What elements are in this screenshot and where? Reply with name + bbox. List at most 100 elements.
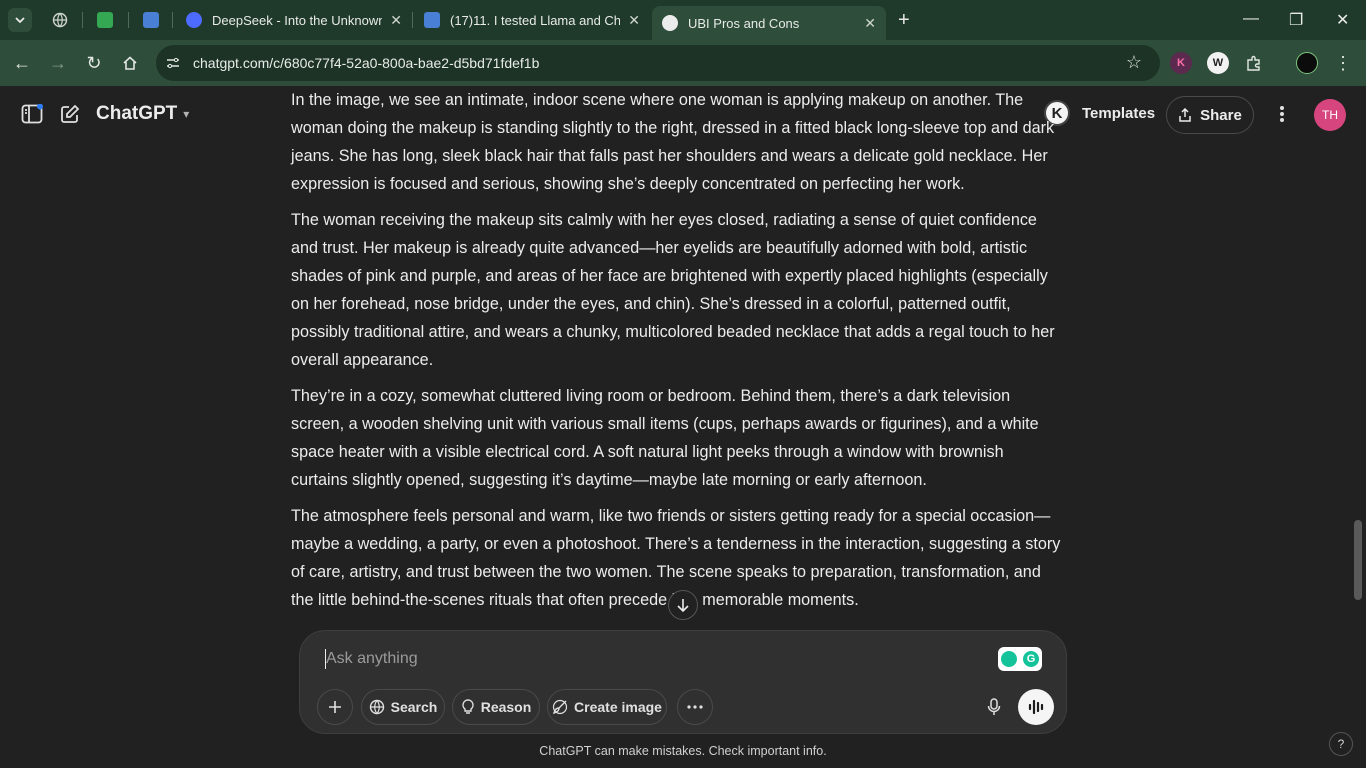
bulb-icon: [1001, 651, 1017, 667]
restore-icon: ❐: [1289, 12, 1304, 29]
restore-button[interactable]: ❐: [1289, 10, 1303, 30]
share-label: Share: [1200, 106, 1242, 124]
close-icon[interactable]: ✕: [628, 12, 640, 29]
lightbulb-icon: [462, 699, 474, 714]
bookmark-star-icon[interactable]: ☆: [1126, 52, 1142, 73]
share-icon: [1179, 108, 1191, 122]
forward-button[interactable]: →: [47, 52, 69, 74]
browser-tab-strip: DeepSeek - Into the Unknown ✕ (17)11. I …: [0, 0, 1366, 40]
profile-avatar[interactable]: [1296, 52, 1318, 74]
sheets-icon: [97, 12, 113, 28]
help-button[interactable]: ?: [1329, 732, 1353, 756]
search-button[interactable]: Search: [361, 689, 445, 725]
globe-icon: [369, 699, 384, 715]
scroll-to-bottom-button[interactable]: [668, 590, 698, 620]
reload-icon: ↻: [86, 52, 102, 73]
home-icon: [123, 56, 137, 70]
address-bar[interactable]: chatgpt.com/c/680c77f4-52a0-800a-bae2-d5…: [156, 45, 1160, 81]
new-tab-button[interactable]: +: [898, 6, 916, 34]
chevron-down-icon: [15, 17, 25, 24]
tab-separator: [412, 12, 413, 28]
grammarly-widget[interactable]: G: [998, 647, 1042, 671]
kebab-menu-icon: [1280, 106, 1284, 122]
tab-pinned-globe[interactable]: [52, 6, 70, 34]
create-image-button[interactable]: Create image: [547, 689, 667, 725]
close-icon[interactable]: ✕: [864, 15, 876, 32]
tab-sheets[interactable]: [97, 6, 115, 34]
more-options-button[interactable]: [1270, 102, 1294, 126]
message-paragraph: In the image, we see an intimate, indoor…: [291, 91, 1055, 193]
extension-k-icon[interactable]: K: [1170, 52, 1192, 74]
share-button[interactable]: Share: [1166, 96, 1254, 134]
arrow-right-icon: →: [49, 52, 67, 73]
sidebar-icon: [21, 104, 43, 124]
minimize-button[interactable]: —: [1243, 10, 1259, 28]
back-button[interactable]: ←: [11, 52, 33, 74]
arrow-left-icon: ←: [13, 52, 31, 73]
message-paragraph: They’re in a cozy, somewhat cluttered li…: [291, 387, 1039, 489]
tab-deepseek[interactable]: DeepSeek - Into the Unknown ✕: [186, 6, 408, 34]
close-icon: ✕: [1336, 12, 1350, 29]
model-selector[interactable]: ChatGPT: [96, 103, 177, 125]
more-horizontal-icon: [687, 705, 703, 709]
templates-label: Templates: [1082, 104, 1156, 122]
tab-separator: [172, 12, 173, 28]
app-header-left: ChatGPT ▾: [20, 102, 189, 126]
plus-icon: +: [898, 8, 910, 31]
tab-ubi-pros-cons[interactable]: UBI Pros and Cons ✕: [652, 6, 886, 40]
tab-title: UBI Pros and Cons: [688, 15, 800, 31]
site-settings-icon[interactable]: [166, 56, 180, 70]
search-label: Search: [390, 699, 438, 715]
create-image-label: Create image: [574, 699, 662, 715]
prompt-input[interactable]: Ask anything: [326, 650, 418, 668]
kebab-menu-icon: ⋮: [1334, 52, 1352, 73]
browser-toolbar: ← → ↻ chatgpt.com/c/680c77f4-52a0-800a-b…: [0, 40, 1366, 86]
tab-docs[interactable]: [143, 6, 161, 34]
grammarly-icon: G: [1023, 651, 1039, 667]
reason-label: Reason: [480, 699, 532, 715]
deepseek-icon: [186, 12, 202, 28]
tab-llama-doc[interactable]: (17)11. I tested Llama and Chat ✕: [424, 6, 646, 34]
tab-title: DeepSeek - Into the Unknown: [212, 12, 382, 28]
more-tools-button[interactable]: [677, 689, 713, 725]
arrow-down-icon: [677, 599, 689, 612]
tab-separator: [128, 12, 129, 28]
close-window-button[interactable]: ✕: [1336, 10, 1349, 30]
tab-separator: [82, 12, 83, 28]
extension-w-icon[interactable]: W: [1207, 52, 1229, 74]
chevron-down-icon[interactable]: ▾: [183, 107, 189, 121]
tab-search-button[interactable]: [8, 8, 32, 32]
edit-icon: [61, 104, 80, 123]
assistant-message: In the image, we see an intimate, indoor…: [291, 86, 1063, 622]
extensions-button[interactable]: [1243, 52, 1265, 74]
minimize-icon: —: [1243, 10, 1259, 27]
chatgpt-app: ChatGPT ▾ K Templates Share TH In the im…: [0, 86, 1366, 768]
url-text: chatgpt.com/c/680c77f4-52a0-800a-bae2-d5…: [193, 55, 540, 71]
docs-icon: [424, 12, 440, 28]
paintbrush-icon: [552, 699, 568, 715]
reason-button[interactable]: Reason: [452, 689, 540, 725]
voice-mode-button[interactable]: [1018, 689, 1054, 725]
dictate-button[interactable]: [976, 689, 1012, 725]
puzzle-icon: [1247, 55, 1260, 71]
browser-menu-button[interactable]: ⋮: [1332, 52, 1354, 74]
microphone-icon: [987, 698, 1001, 715]
voice-waveform-icon: [1028, 699, 1044, 715]
reload-button[interactable]: ↻: [83, 52, 105, 74]
scrollbar[interactable]: [1354, 92, 1362, 652]
globe-icon: [52, 12, 68, 28]
user-avatar[interactable]: TH: [1314, 99, 1346, 131]
new-chat-button[interactable]: [58, 102, 82, 126]
disclaimer-text: ChatGPT can make mistakes. Check importa…: [539, 744, 827, 758]
tab-title: (17)11. I tested Llama and Chat: [450, 12, 620, 28]
plus-icon: [329, 701, 341, 713]
attach-button[interactable]: [317, 689, 353, 725]
prompt-composer: Ask anything G Search Reason Create imag…: [299, 630, 1067, 734]
home-button[interactable]: [119, 52, 141, 74]
sidebar-toggle-button[interactable]: [20, 102, 44, 126]
message-paragraph: The woman receiving the makeup sits calm…: [291, 211, 1055, 369]
docs-icon: [143, 12, 159, 28]
chatgpt-icon: [662, 15, 678, 31]
close-icon[interactable]: ✕: [390, 12, 402, 29]
scrollbar-thumb[interactable]: [1354, 520, 1362, 600]
